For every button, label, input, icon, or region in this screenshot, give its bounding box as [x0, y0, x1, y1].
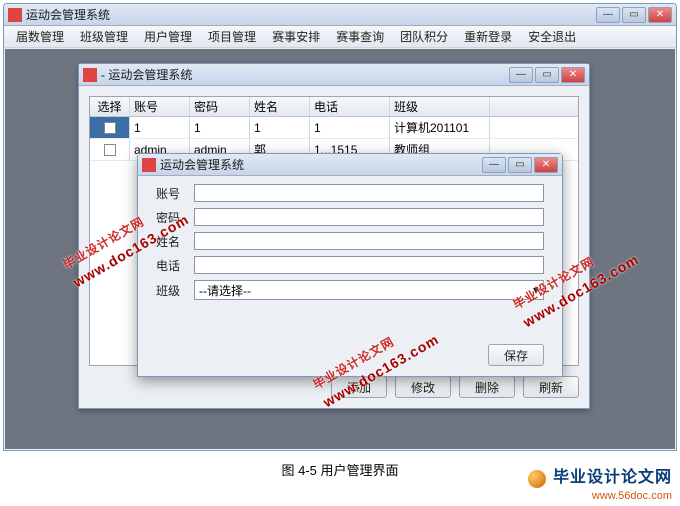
user-edit-dialog: 运动会管理系统 — ▭ ✕ 账号 密码 姓名	[137, 153, 563, 377]
delete-button[interactable]: 删除	[459, 376, 515, 398]
save-button[interactable]: 保存	[488, 344, 544, 366]
label-class: 班级	[156, 282, 194, 299]
edit-button[interactable]: 修改	[395, 376, 451, 398]
col-select: 选择	[90, 97, 130, 116]
dialog-title: 运动会管理系统	[160, 156, 482, 173]
row-password: 密码	[156, 208, 544, 226]
label-tel: 电话	[156, 257, 194, 274]
row-tel: 电话	[156, 256, 544, 274]
menu-projects[interactable]: 项目管理	[200, 26, 264, 47]
maximize-button[interactable]: ▭	[622, 7, 646, 23]
menu-query[interactable]: 赛事查询	[328, 26, 392, 47]
tel-input[interactable]	[194, 256, 544, 274]
child-close-button[interactable]: ✕	[561, 67, 585, 83]
main-titlebar: 运动会管理系统 — ▭ ✕	[4, 4, 676, 26]
col-tel: 电话	[310, 97, 390, 116]
child-minimize-button[interactable]: —	[509, 67, 533, 83]
name-input[interactable]	[194, 232, 544, 250]
dialog-close-button[interactable]: ✕	[534, 157, 558, 173]
table-row[interactable]: 1 1 1 1 计算机201101	[90, 117, 578, 139]
menubar: 届数管理 班级管理 用户管理 项目管理 赛事安排 赛事查询 团队积分 重新登录 …	[4, 26, 676, 48]
dialog-app-icon	[142, 158, 156, 172]
dialog-window-buttons: — ▭ ✕	[482, 157, 558, 173]
col-password: 密码	[190, 97, 250, 116]
class-select-value: --请选择--	[199, 282, 251, 299]
add-button[interactable]: 添加	[331, 376, 387, 398]
child-titlebar: - 运动会管理系统 — ▭ ✕	[79, 64, 589, 86]
class-cell: 计算机201101	[390, 117, 490, 138]
user-form: 账号 密码 姓名 电话 班级 --请选择-	[156, 184, 544, 306]
row-account: 账号	[156, 184, 544, 202]
label-account: 账号	[156, 185, 194, 202]
brand-name: 毕业设计论文网	[553, 469, 672, 486]
brand-logo: 毕业设计论文网 www.56doc.com	[528, 463, 672, 502]
label-name: 姓名	[156, 233, 194, 250]
child-app-icon	[83, 68, 97, 82]
tel-cell: 1	[310, 117, 390, 138]
col-account: 账号	[130, 97, 190, 116]
table-header-row: 选择 账号 密码 姓名 电话 班级	[90, 97, 578, 117]
row-class: 班级 --请选择-- ▾	[156, 280, 544, 300]
app-icon	[8, 8, 22, 22]
account-input[interactable]	[194, 184, 544, 202]
select-cell[interactable]	[90, 139, 130, 160]
dialog-minimize-button[interactable]: —	[482, 157, 506, 173]
child-title: - 运动会管理系统	[101, 66, 509, 83]
minimize-button[interactable]: —	[596, 7, 620, 23]
account-cell: 1	[130, 117, 190, 138]
dialog-buttons: 保存	[488, 344, 544, 366]
main-title: 运动会管理系统	[26, 6, 596, 23]
chevron-down-icon: ▾	[533, 283, 539, 297]
action-buttons: 添加 修改 删除 刷新	[85, 376, 579, 398]
label-password: 密码	[156, 209, 194, 226]
col-class: 班级	[390, 97, 490, 116]
dialog-maximize-button[interactable]: ▭	[508, 157, 532, 173]
password-input[interactable]	[194, 208, 544, 226]
col-name: 姓名	[250, 97, 310, 116]
menu-classes[interactable]: 班级管理	[72, 26, 136, 47]
row-name: 姓名	[156, 232, 544, 250]
checkbox-icon[interactable]	[104, 122, 116, 134]
main-window-buttons: — ▭ ✕	[596, 7, 672, 23]
refresh-button[interactable]: 刷新	[523, 376, 579, 398]
password-cell: 1	[190, 117, 250, 138]
brand-icon	[528, 470, 546, 488]
class-select[interactable]: --请选择-- ▾	[194, 280, 544, 300]
child-maximize-button[interactable]: ▭	[535, 67, 559, 83]
name-cell: 1	[250, 117, 310, 138]
menu-sessions[interactable]: 届数管理	[8, 26, 72, 47]
mdi-workspace: - 运动会管理系统 — ▭ ✕ 选择 账号 密码 姓名 电话 班级	[5, 49, 675, 449]
checkbox-icon[interactable]	[104, 144, 116, 156]
brand-url: www.56doc.com	[592, 490, 672, 502]
child-window-buttons: — ▭ ✕	[509, 67, 585, 83]
menu-exit[interactable]: 安全退出	[520, 26, 584, 47]
menu-users[interactable]: 用户管理	[136, 26, 200, 47]
close-button[interactable]: ✕	[648, 7, 672, 23]
main-window: 运动会管理系统 — ▭ ✕ 届数管理 班级管理 用户管理 项目管理 赛事安排 赛…	[3, 3, 677, 451]
menu-schedule[interactable]: 赛事安排	[264, 26, 328, 47]
select-cell[interactable]	[90, 117, 130, 138]
dialog-titlebar: 运动会管理系统 — ▭ ✕	[138, 154, 562, 176]
menu-team-score[interactable]: 团队积分	[392, 26, 456, 47]
menu-relogin[interactable]: 重新登录	[456, 26, 520, 47]
